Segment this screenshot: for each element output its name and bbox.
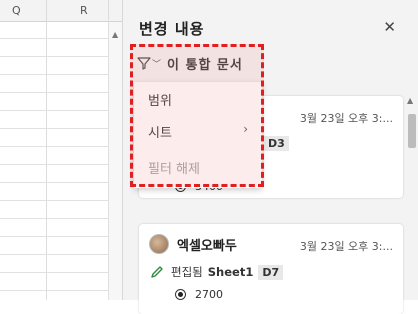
grid-line	[0, 56, 122, 57]
author-name: 엑셀오빠두	[177, 238, 237, 254]
chevron-right-icon: ›	[243, 122, 248, 136]
column-header-r[interactable]: R	[80, 4, 88, 17]
filter-label: 이 통합 문서	[167, 57, 243, 73]
grid-vertical-scrollbar[interactable]: ▲	[108, 22, 122, 300]
change-edit-row: D3	[259, 136, 289, 151]
grid-line	[0, 92, 122, 93]
radio-icon[interactable]	[175, 289, 186, 300]
grid-line	[0, 128, 122, 129]
grid-line	[0, 74, 122, 75]
change-time: 3월 23일 오후 3:...	[299, 240, 393, 253]
grid-line	[46, 0, 47, 300]
change-action: 편집됨	[171, 265, 203, 279]
close-icon[interactable]: ✕	[383, 18, 396, 36]
change-value-row: 2700	[175, 288, 223, 301]
chevron-down-icon: ﹀	[152, 59, 162, 70]
change-edit-row: 편집됨 Sheet1 D7	[149, 264, 284, 280]
grid-line	[0, 290, 122, 291]
avatar	[149, 234, 169, 254]
pane-vertical-scrollbar[interactable]: ▲	[404, 94, 418, 300]
menu-item-sheet[interactable]: 시트	[148, 122, 172, 141]
filter-icon[interactable]: ﹀	[137, 52, 163, 74]
menu-item-clear-filter: 필터 해제	[148, 162, 200, 177]
cell-reference[interactable]: D7	[258, 264, 284, 280]
grid-line	[0, 200, 122, 201]
column-header-row: Q R	[0, 0, 122, 22]
filter-dropdown-menu: 범위 시트 › 필터 해제	[134, 82, 262, 188]
change-card[interactable]: 엑셀오빠두 3월 23일 오후 3:... 편집됨 Sheet1 D7 2700	[139, 224, 403, 314]
spreadsheet-grid[interactable]: Q R ▲	[0, 0, 122, 300]
card-header: 엑셀오빠두	[149, 234, 237, 254]
change-value: 2700	[195, 288, 223, 301]
grid-line	[0, 218, 122, 219]
scroll-up-arrow-icon[interactable]: ▲	[407, 96, 413, 105]
sheet-name: Sheet1	[207, 265, 254, 279]
scrollbar-thumb[interactable]	[408, 114, 416, 148]
grid-line	[0, 236, 122, 237]
grid-line	[0, 254, 122, 255]
grid-line	[0, 110, 122, 111]
grid-line	[0, 182, 122, 183]
pane-title: 변경 내용	[139, 20, 205, 38]
grid-line	[0, 38, 122, 39]
change-time: 3월 23일 오후 3:...	[299, 112, 393, 125]
grid-line	[0, 164, 122, 165]
filter-button[interactable]: ﹀ 이 통합 문서	[137, 48, 277, 78]
cell-reference[interactable]: D3	[264, 136, 289, 151]
pencil-icon	[151, 266, 163, 278]
scroll-up-arrow-icon[interactable]: ▲	[112, 30, 118, 39]
column-header-q[interactable]: Q	[12, 4, 21, 17]
grid-line	[0, 272, 122, 273]
grid-line	[0, 146, 122, 147]
menu-item-range[interactable]: 범위	[148, 90, 172, 109]
